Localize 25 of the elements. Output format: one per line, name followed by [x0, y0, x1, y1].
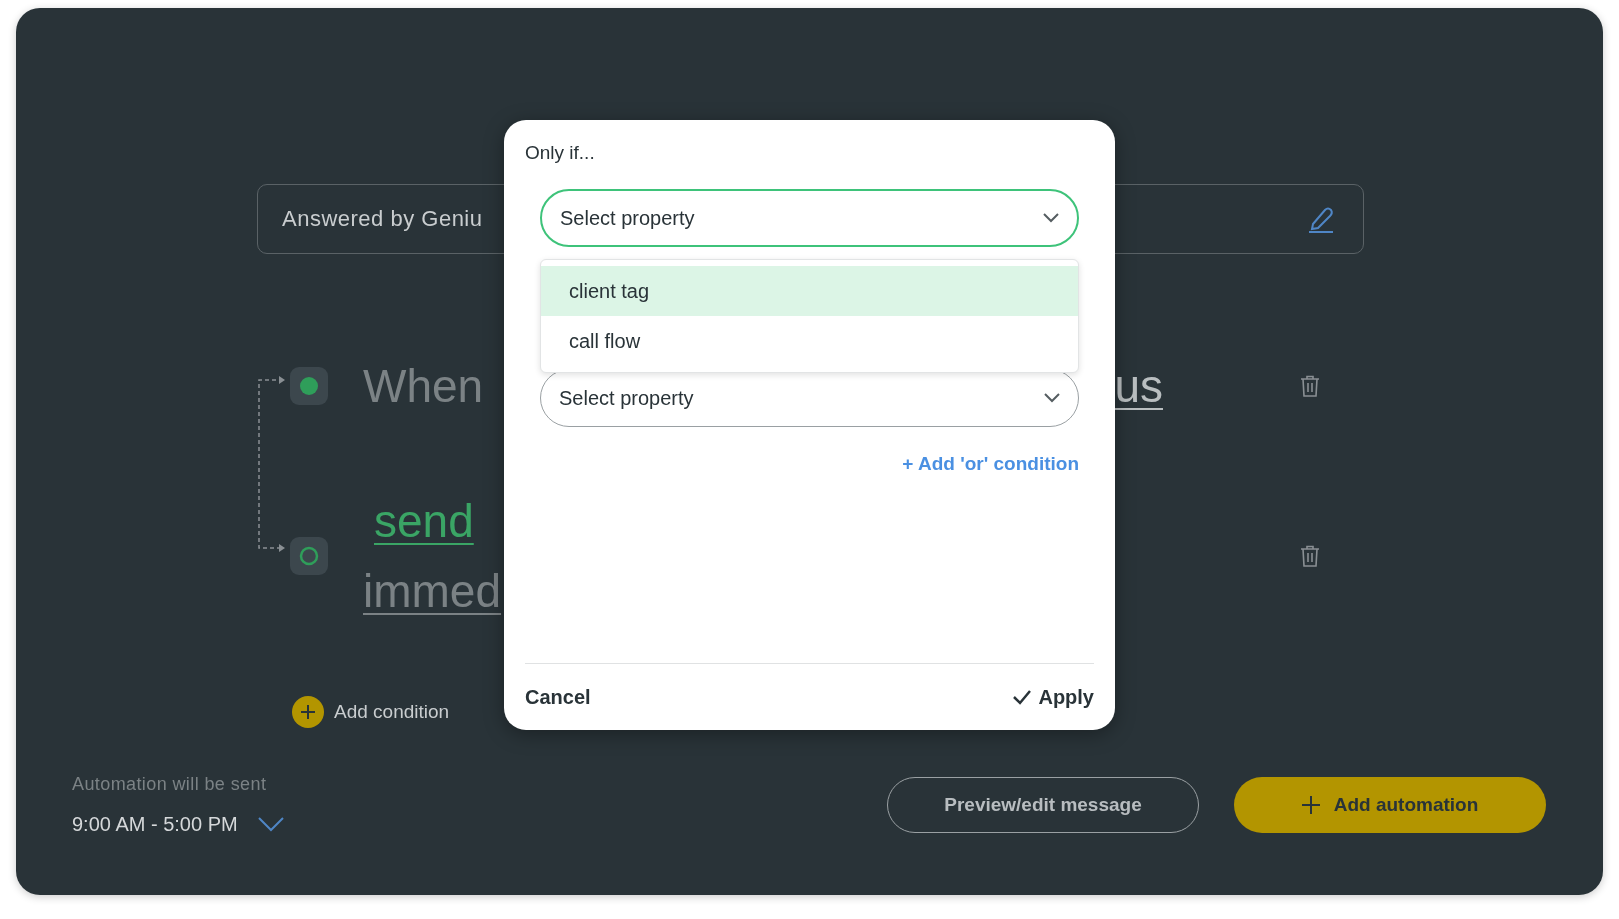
cancel-button[interactable]: Cancel: [525, 685, 591, 709]
trash-icon[interactable]: [1300, 545, 1320, 567]
chevron-down-icon: [1043, 213, 1059, 223]
step-node[interactable]: [290, 367, 328, 405]
chevron-down-icon: [1044, 393, 1060, 403]
property-select[interactable]: Select property: [540, 189, 1079, 247]
add-condition-button[interactable]: Add condition: [292, 696, 450, 728]
dropdown-option[interactable]: client tag: [541, 266, 1078, 316]
step-text: When: [363, 359, 484, 414]
plus-icon: [1301, 796, 1320, 814]
dialog-title: Only if...: [525, 142, 596, 164]
trash-icon[interactable]: [1300, 375, 1320, 397]
apply-button[interactable]: Apply: [1012, 685, 1094, 709]
check-icon: [1012, 689, 1033, 705]
dropdown-option[interactable]: call flow: [541, 316, 1078, 366]
filled-dot-icon: [300, 377, 318, 395]
time-range-dropdown[interactable]: 9:00 AM - 5:00 PM: [72, 813, 284, 836]
add-automation-button[interactable]: Add automation: [1234, 777, 1546, 833]
text-link[interactable]: us: [1114, 358, 1163, 414]
schedule-label: Automation will be sent: [72, 774, 268, 795]
text-link[interactable]: send: [374, 493, 474, 549]
plus-icon: [292, 696, 324, 728]
step-node[interactable]: [290, 537, 328, 575]
ring-icon: [299, 546, 319, 566]
chevron-down-icon: [257, 817, 284, 832]
